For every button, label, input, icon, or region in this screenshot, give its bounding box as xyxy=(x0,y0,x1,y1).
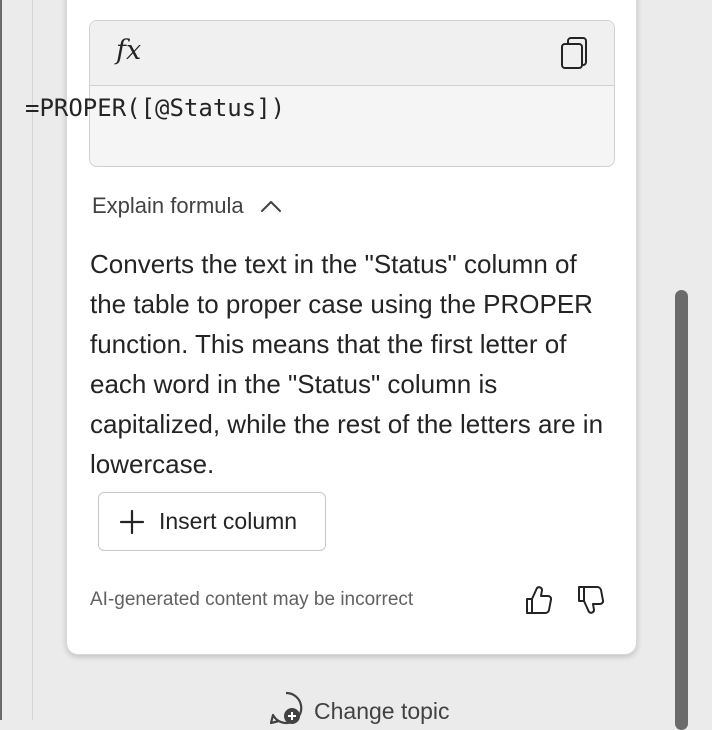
change-topic-button[interactable]: Change topic xyxy=(268,690,450,726)
thumbs-down-icon xyxy=(578,586,604,614)
fx-icon: fx xyxy=(116,35,142,66)
formula-header: fx xyxy=(90,21,614,86)
scrollbar-thumb[interactable] xyxy=(675,290,688,730)
copy-button[interactable] xyxy=(558,35,592,71)
insert-column-label: Insert column xyxy=(159,508,298,534)
plus-icon xyxy=(119,509,145,534)
explain-formula-toggle[interactable]: Explain formula xyxy=(92,191,282,221)
copy-icon xyxy=(561,37,587,69)
formula-expression: =PROPER([@Status]) xyxy=(25,94,286,122)
explain-formula-label: Explain formula xyxy=(92,193,244,218)
thumbs-down-button[interactable] xyxy=(576,584,604,616)
change-topic-label: Change topic xyxy=(314,697,450,724)
formula-explanation-text: Converts the text in the "Status" column… xyxy=(90,249,604,479)
thumbs-up-button[interactable] xyxy=(524,584,552,616)
thumbs-up-icon xyxy=(526,586,552,614)
chevron-up-icon xyxy=(260,201,281,212)
window-left-edge xyxy=(0,0,2,720)
ai-disclaimer: AI-generated content may be incorrect xyxy=(90,589,414,610)
new-chat-icon xyxy=(269,691,303,725)
insert-column-button[interactable]: Insert column xyxy=(98,492,326,551)
